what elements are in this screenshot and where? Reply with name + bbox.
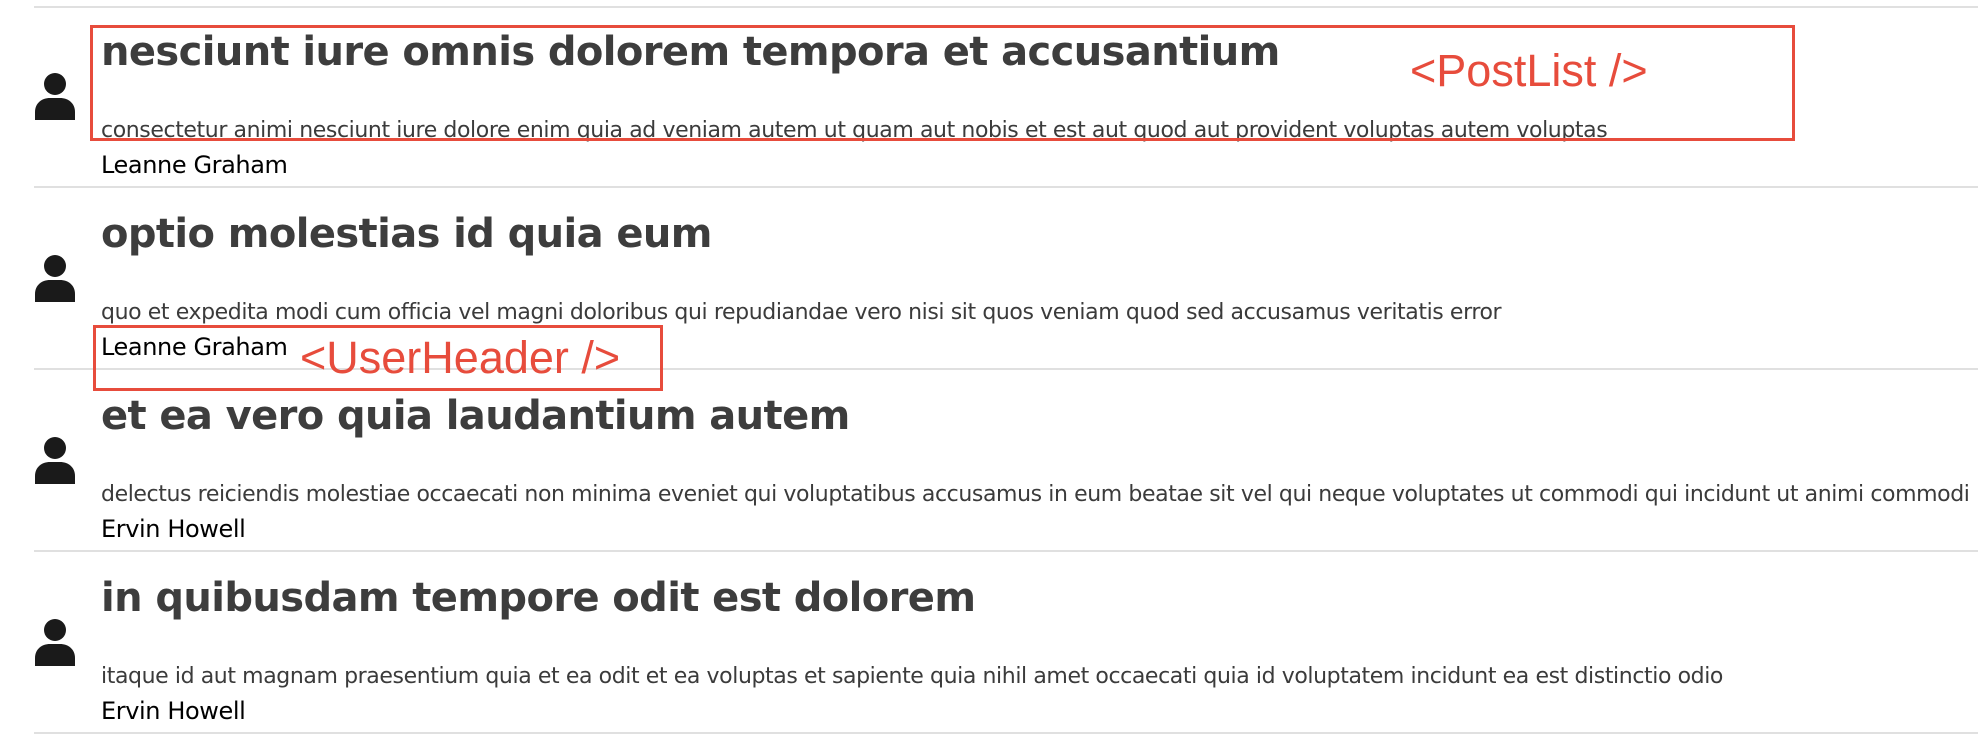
- post-body: delectus reiciendis molestiae occaecati …: [101, 482, 1970, 507]
- user-header-annotation-label: <UserHeader />: [300, 332, 621, 383]
- post-list-annotation-label: <PostList />: [1410, 45, 1648, 96]
- post-title[interactable]: et ea vero quia laudantium autem: [101, 392, 850, 440]
- post-title[interactable]: optio molestias id quia eum: [101, 210, 712, 258]
- post-item[interactable]: in quibusdam tempore odit est dolorem it…: [34, 552, 1978, 734]
- post-author: Leanne Graham: [101, 151, 288, 179]
- post-title[interactable]: in quibusdam tempore odit est dolorem: [101, 574, 976, 622]
- user-icon: [34, 254, 76, 304]
- post-item[interactable]: et ea vero quia laudantium autem delectu…: [34, 370, 1978, 552]
- post-body: quo et expedita modi cum officia vel mag…: [101, 300, 1502, 325]
- user-icon: [34, 618, 76, 668]
- post-author: Ervin Howell: [101, 697, 246, 725]
- post-body: itaque id aut magnam praesentium quia et…: [101, 664, 1723, 689]
- post-author: Ervin Howell: [101, 515, 246, 543]
- user-icon: [34, 72, 76, 122]
- user-icon: [34, 436, 76, 486]
